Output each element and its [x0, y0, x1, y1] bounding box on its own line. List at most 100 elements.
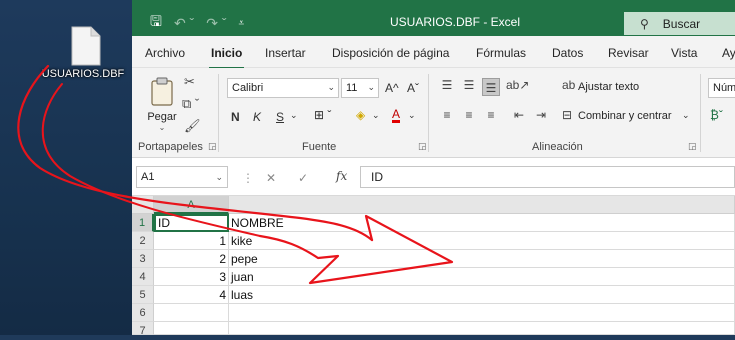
customize-qat-icon[interactable]: ⩡ — [239, 18, 245, 29]
row-header[interactable]: 4 — [132, 268, 154, 286]
clipboard-icon — [151, 77, 173, 106]
excel-window: 🖫 ↶ ˇ ↷ ˇ ⩡ USUARIOS.DBF - Excel ⚲ Busca… — [132, 0, 735, 337]
group-label-alineacion: Alineación — [532, 141, 583, 153]
cell-b7[interactable] — [229, 322, 735, 335]
title-bar: 🖫 ↶ ˇ ↷ ˇ ⩡ USUARIOS.DBF - Excel ⚲ Busca… — [132, 0, 735, 36]
dialog-launcher-icon[interactable]: ◲ — [418, 141, 427, 152]
dialog-launcher-icon[interactable]: ◲ — [208, 141, 217, 152]
align-right-icon[interactable]: ≡ — [482, 106, 500, 124]
column-header-a[interactable]: A — [154, 196, 229, 214]
dialog-launcher-icon[interactable]: ◲ — [688, 141, 697, 152]
copy-icon[interactable]: ⧉ ˇ — [182, 96, 199, 112]
cell-a2[interactable]: 1 — [154, 232, 229, 250]
font-size-select[interactable]: 11 ⌄ — [341, 78, 379, 98]
tab-ayuda[interactable]: Ay — [722, 46, 735, 60]
tab-archivo[interactable]: Archivo — [145, 46, 185, 60]
save-icon[interactable]: 🖫 — [150, 11, 162, 35]
align-middle-icon[interactable]: ☰ — [460, 76, 478, 94]
wrap-text-button[interactable]: Ajustar texto — [578, 81, 639, 93]
borders-icon[interactable]: ⊞ ˇ — [314, 108, 331, 122]
wrap-text-icon[interactable]: ab — [562, 78, 575, 92]
cell-a3[interactable]: 2 — [154, 250, 229, 268]
decrease-indent-icon[interactable]: ⇤ — [510, 106, 528, 124]
bold-button[interactable]: N — [231, 110, 240, 124]
insert-function-button[interactable]: fx — [336, 169, 347, 183]
chevron-down-icon[interactable]: ⌄ — [290, 110, 298, 121]
tab-revisar[interactable]: Revisar — [608, 46, 649, 60]
number-format-select[interactable]: Núm — [708, 78, 735, 98]
row-header[interactable]: 7 — [132, 322, 154, 337]
chevron-down-icon[interactable]: ⌄ — [142, 123, 182, 132]
name-box-value: A1 — [141, 171, 155, 183]
tab-disposicion[interactable]: Disposición de página — [332, 46, 449, 60]
tab-formulas[interactable]: Fórmulas — [476, 46, 526, 60]
search-icon: ⚲ — [640, 16, 649, 31]
format-painter-icon[interactable]: 🖌 — [184, 118, 201, 134]
quick-access-toolbar: 🖫 ↶ ˇ ↷ ˇ ⩡ — [150, 11, 244, 35]
row-header[interactable]: 2 — [132, 232, 154, 250]
font-color-button[interactable]: A — [392, 108, 401, 123]
cell-a1[interactable]: ID — [154, 214, 229, 232]
paste-label: Pegar — [147, 111, 177, 123]
desktop-file-usuarios[interactable]: USUARIOS.DBF — [42, 26, 128, 80]
window-title: USUARIOS.DBF - Excel — [390, 15, 521, 29]
merge-center-icon[interactable]: ⊟ — [562, 108, 572, 122]
search-box[interactable]: ⚲ Buscar — [624, 12, 735, 35]
tab-inicio[interactable]: Inicio — [208, 46, 245, 69]
paste-button[interactable]: Pegar ⌄ — [142, 76, 182, 132]
fill-color-icon[interactable]: ◈ — [356, 108, 365, 122]
increase-indent-icon[interactable]: ⇥ — [532, 106, 550, 124]
align-top-icon[interactable]: ☰ — [438, 76, 456, 94]
shrink-font-button[interactable]: Aˇ — [407, 81, 419, 95]
font-name-select[interactable]: Calibri ⌄ — [227, 78, 339, 98]
align-left-icon[interactable]: ≡ — [438, 106, 456, 124]
group-separator — [428, 74, 429, 152]
cancel-icon[interactable]: ✕ — [266, 171, 276, 185]
group-label-portapapeles: Portapapeles — [138, 141, 203, 153]
formula-input[interactable]: ID — [360, 166, 735, 188]
column-header-b[interactable] — [229, 196, 735, 214]
underline-button[interactable]: S — [276, 110, 284, 124]
chevron-down-icon[interactable]: ⌄ — [682, 110, 690, 121]
cell-b6[interactable] — [229, 304, 735, 322]
select-all-button[interactable] — [132, 196, 154, 214]
row-header[interactable]: 3 — [132, 250, 154, 268]
tab-insertar[interactable]: Insertar — [265, 46, 306, 60]
tab-datos[interactable]: Datos — [552, 46, 583, 60]
cell-b4[interactable]: juan — [229, 268, 735, 286]
row-header[interactable]: 5 — [132, 286, 154, 304]
orientation-icon[interactable]: ab↗ — [506, 76, 529, 94]
cell-b2[interactable]: kike — [229, 232, 735, 250]
name-box[interactable]: A1 ⌄ — [136, 166, 228, 188]
cell-b1[interactable]: NOMBRE — [229, 214, 735, 232]
tab-vista[interactable]: Vista — [671, 46, 697, 60]
ribbon-tabs: Archivo Inicio Insertar Disposición de p… — [132, 36, 735, 69]
cell-b5[interactable]: luas — [229, 286, 735, 304]
cell-a5[interactable]: 4 — [154, 286, 229, 304]
accounting-format-icon[interactable]: ₿ˇ — [710, 108, 723, 122]
cell-a7[interactable] — [154, 322, 229, 335]
formula-bar: A1 ⌄ ⋮ ✕ ✓ fx ID — [132, 158, 735, 196]
row-header[interactable]: 6 — [132, 304, 154, 322]
chevron-down-icon[interactable]: ⌄ — [372, 110, 380, 121]
italic-button[interactable]: K — [253, 110, 261, 124]
grow-font-button[interactable]: A^ — [385, 81, 399, 95]
enter-icon[interactable]: ✓ — [298, 171, 308, 185]
desktop-background: USUARIOS.DBF — [0, 0, 132, 335]
chevron-down-icon[interactable]: ⌄ — [408, 110, 416, 121]
font-name-value: Calibri — [232, 82, 264, 94]
cell-a6[interactable] — [154, 304, 229, 322]
group-label-fuente: Fuente — [302, 141, 337, 153]
cell-a4[interactable]: 3 — [154, 268, 229, 286]
undo-icon[interactable]: ↶ ˇ — [174, 15, 194, 32]
chevron-down-icon: ⌄ — [215, 172, 223, 182]
redo-icon[interactable]: ↷ ˇ — [206, 15, 226, 32]
cut-icon[interactable]: ✂ — [184, 74, 195, 90]
merge-center-button[interactable]: Combinar y centrar — [578, 110, 672, 122]
worksheet-grid: A 1 ID NOMBRE 2 1 kike 3 2 pepe 4 3 juan… — [132, 196, 735, 337]
row-header[interactable]: 1 — [132, 214, 154, 232]
cell-b3[interactable]: pepe — [229, 250, 735, 268]
align-bottom-icon[interactable]: ☰ — [482, 78, 500, 96]
align-center-icon[interactable]: ≡ — [460, 106, 478, 124]
document-icon — [71, 26, 101, 66]
